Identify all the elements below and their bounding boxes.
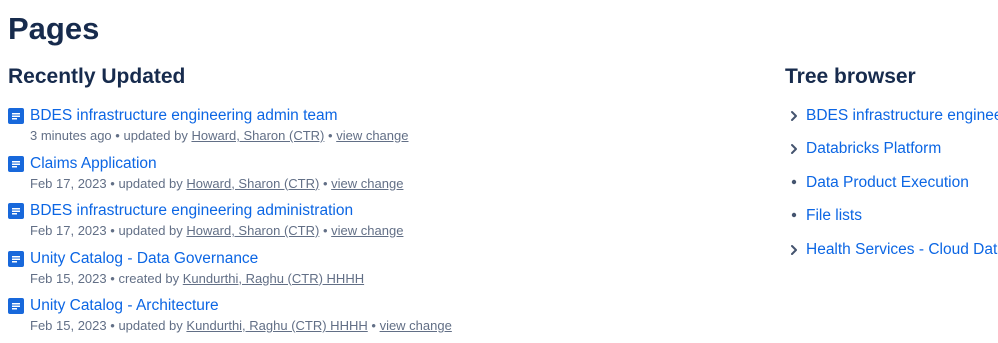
page-title: Pages [8,11,100,46]
recent-item: Unity Catalog - Data Governance Feb 15, … [8,248,748,296]
recent-item-title-link[interactable]: BDES infrastructure engineering admin te… [30,105,338,126]
tree-item: Data Product Execution [785,172,998,205]
recent-item: BDES infrastructure engineering administ… [8,200,748,248]
recent-item-user-link[interactable]: Howard, Sharon (CTR) [186,176,319,191]
recent-item-time: Feb 17, 2023 [30,223,107,238]
recent-item-time: Feb 15, 2023 [30,318,107,333]
tree-item-link[interactable]: Data Product Execution [806,172,969,193]
chevron-right-icon[interactable] [787,243,801,257]
bullet-dot-icon [787,176,801,190]
tree-browser-heading: Tree browser [785,65,916,88]
view-change-link[interactable]: view change [336,128,408,143]
recent-item-user-link[interactable]: Howard, Sharon (CTR) [186,223,319,238]
recent-item-title-link[interactable]: Unity Catalog - Architecture [30,295,219,316]
tree-item: Databricks Platform [785,138,998,171]
tree-item-link[interactable]: BDES infrastructure engineering admin te… [806,105,998,126]
recent-item-meta: 3 minutes ago • updated by Howard, Sharo… [30,127,408,145]
meta-separator: • [115,128,120,143]
tree-browser-list: BDES infrastructure engineering admin te… [785,105,998,272]
page-document-icon [8,298,24,314]
tree-item-link[interactable]: File lists [806,205,862,226]
tree-item-link[interactable]: Databricks Platform [806,138,941,159]
view-change-link[interactable]: view change [331,176,403,191]
recent-item-title-link[interactable]: Claims Application [30,153,157,174]
tree-item-link[interactable]: Health Services - Cloud Data [806,239,998,260]
meta-separator: • [110,175,115,191]
tree-item: Health Services - Cloud Data [785,239,998,272]
recent-item-user-link[interactable]: Howard, Sharon (CTR) [191,128,324,143]
recent-item-action: updated by [118,223,183,238]
meta-separator: • [322,175,328,191]
meta-separator: • [110,223,115,238]
page-document-icon [8,203,24,219]
bullet-dot-icon [787,209,801,223]
recent-item-action: created by [118,270,180,286]
recent-item: Claims Application Feb 17, 2023 • update… [8,153,748,201]
recent-item-meta: Feb 17, 2023 • updated by Howard, Sharon… [30,222,403,240]
recent-item: Unity Catalog - Architecture Feb 15, 202… [8,295,748,343]
recently-updated-list: BDES infrastructure engineering admin te… [8,105,748,343]
meta-separator: • [328,128,333,143]
recent-item-meta: Feb 15, 2023 • updated by Kundurthi, Rag… [30,317,452,335]
recent-item-time: 3 minutes ago [30,128,112,143]
recent-item-time: Feb 15, 2023 [30,270,107,286]
recent-item-action: updated by [118,175,183,191]
page-document-icon [8,155,24,172]
recently-updated-heading: Recently Updated [8,65,186,88]
recent-item-meta: Feb 15, 2023 • created by Kundurthi, Rag… [30,270,364,288]
tree-item: BDES infrastructure engineering admin te… [785,105,998,138]
chevron-right-icon[interactable] [787,142,801,156]
page-document-icon [8,250,24,267]
tree-item: File lists [785,205,998,238]
meta-separator: • [110,270,115,286]
recent-item-action: updated by [118,318,183,333]
meta-separator: • [110,318,115,333]
chevron-right-icon[interactable] [787,109,801,123]
meta-separator: • [371,318,376,333]
recent-item-title-link[interactable]: BDES infrastructure engineering administ… [30,200,353,221]
meta-separator: • [322,223,328,238]
recent-item-user-link[interactable]: Kundurthi, Raghu (CTR) HHHH [186,318,367,333]
recent-item: BDES infrastructure engineering admin te… [8,105,748,153]
recent-item-time: Feb 17, 2023 [30,175,107,191]
view-change-link[interactable]: view change [380,318,452,333]
page-document-icon [8,108,24,124]
recent-item-user-link[interactable]: Kundurthi, Raghu (CTR) HHHH [183,271,364,286]
recent-item-action: updated by [123,128,188,143]
recent-item-title-link[interactable]: Unity Catalog - Data Governance [30,248,258,269]
recent-item-meta: Feb 17, 2023 • updated by Howard, Sharon… [30,175,403,193]
view-change-link[interactable]: view change [331,223,403,238]
